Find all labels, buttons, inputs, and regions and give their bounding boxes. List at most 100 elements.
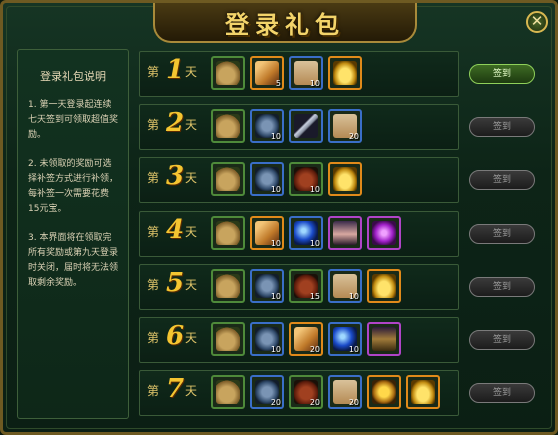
reward-slot[interactable] [406, 375, 440, 409]
reward-slot[interactable] [367, 322, 401, 356]
gold-ingot-icon [372, 274, 396, 298]
item-count: 10 [270, 132, 281, 141]
day-number: 2 [166, 108, 185, 138]
reward-slot[interactable] [211, 322, 245, 356]
reward-slot[interactable]: 20 [328, 109, 362, 143]
bag-icon [216, 221, 240, 245]
day-prefix: 第 [147, 225, 160, 239]
reward-slot[interactable] [211, 109, 245, 143]
item-count: 20 [309, 345, 320, 354]
reward-slot[interactable] [328, 216, 362, 250]
bag-icon [216, 167, 240, 191]
day-number: 4 [166, 215, 185, 245]
reward-items: 10 10 [211, 216, 401, 250]
day-number: 1 [166, 55, 185, 85]
bag-icon [216, 380, 240, 404]
rules-paragraph: 1. 第一天登录起连续七天签到可领取超值奖励。 [28, 100, 119, 140]
reward-items: 10 20 10 [211, 322, 401, 356]
day-row: 第 3 天 10 10 签到 [139, 157, 549, 203]
bag-icon [216, 274, 240, 298]
sign-in-button[interactable]: 签到 [469, 170, 535, 190]
day-row: 第 4 天 10 10 签到 [139, 211, 549, 257]
item-count: 10 [348, 292, 359, 301]
close-button[interactable]: ✕ [526, 11, 548, 33]
reward-slot[interactable]: 10 [250, 109, 284, 143]
day-suffix: 天 [185, 225, 198, 239]
item-count: 20 [348, 398, 359, 407]
reward-slot[interactable]: 10 [289, 162, 323, 196]
reward-slot[interactable] [289, 109, 323, 143]
day-prefix: 第 [147, 171, 160, 185]
item-count: 20 [309, 398, 320, 407]
item-count: 10 [309, 79, 320, 88]
gold-ingot-icon [411, 380, 435, 404]
reward-slot[interactable]: 10 [328, 322, 362, 356]
item-count: 10 [348, 345, 359, 354]
reward-slot[interactable]: 10 [289, 56, 323, 90]
reward-slot[interactable]: 10 [289, 216, 323, 250]
item-count: 10 [270, 345, 281, 354]
day-suffix: 天 [185, 278, 198, 292]
warrior-icon [372, 327, 396, 351]
reward-slot[interactable] [211, 269, 245, 303]
item-count: 10 [309, 239, 320, 248]
day-suffix: 天 [185, 384, 198, 398]
purple-gem-icon [372, 221, 396, 245]
reward-slot[interactable]: 10 [250, 216, 284, 250]
item-count: 10 [270, 292, 281, 301]
sign-in-button[interactable]: 签到 [469, 117, 535, 137]
reward-slot[interactable] [328, 162, 362, 196]
portrait-icon [333, 221, 357, 245]
reward-slot[interactable]: 15 [289, 269, 323, 303]
day-row: 第 2 天 10 20 签到 [139, 104, 549, 150]
item-count: 20 [270, 398, 281, 407]
reward-slot[interactable]: 5 [250, 56, 284, 90]
day-suffix: 天 [185, 171, 198, 185]
reward-slot[interactable] [367, 269, 401, 303]
item-count: 15 [309, 292, 320, 301]
bag-icon [216, 114, 240, 138]
reward-slot[interactable]: 10 [250, 322, 284, 356]
reward-slot[interactable]: 20 [328, 375, 362, 409]
bag-icon [216, 327, 240, 351]
sign-in-button[interactable]: 签到 [469, 224, 535, 244]
item-count: 5 [275, 79, 281, 88]
day-prefix: 第 [147, 278, 160, 292]
reward-items: 20 20 20 [211, 375, 440, 409]
reward-slot[interactable] [211, 56, 245, 90]
reward-items: 5 10 [211, 56, 362, 90]
sign-in-button[interactable]: 签到 [469, 383, 535, 403]
reward-slot[interactable]: 20 [289, 375, 323, 409]
reward-slot[interactable]: 10 [250, 162, 284, 196]
coin-icon [372, 380, 396, 404]
reward-slot[interactable] [211, 162, 245, 196]
reward-slot[interactable] [328, 56, 362, 90]
day-number: 6 [166, 321, 185, 351]
bag-icon [216, 61, 240, 85]
reward-slot[interactable] [211, 375, 245, 409]
day-suffix: 天 [185, 65, 198, 79]
day-row: 第 1 天 5 10 签到 [139, 51, 549, 97]
reward-slot[interactable]: 20 [289, 322, 323, 356]
sword-icon [294, 114, 318, 138]
sign-in-button[interactable]: 签到 [469, 330, 535, 350]
reward-slot[interactable]: 10 [250, 269, 284, 303]
title-banner: 登录礼包 [153, 3, 417, 43]
reward-slot[interactable] [367, 375, 401, 409]
reward-items: 10 15 10 [211, 269, 401, 303]
item-count: 10 [270, 185, 281, 194]
day-number: 5 [166, 268, 185, 298]
item-count: 10 [309, 185, 320, 194]
sign-in-button[interactable]: 签到 [469, 277, 535, 297]
reward-slot[interactable] [211, 216, 245, 250]
sign-in-button[interactable]: 签到 [469, 64, 535, 84]
day-prefix: 第 [147, 118, 160, 132]
reward-slot[interactable] [367, 216, 401, 250]
reward-items: 10 10 [211, 162, 362, 196]
day-row: 第 5 天 10 15 10 签到 [139, 264, 549, 310]
reward-slot[interactable]: 20 [250, 375, 284, 409]
gold-ingot-icon [333, 167, 357, 191]
day-prefix: 第 [147, 384, 160, 398]
day-row: 第 7 天 20 20 20 签到 [139, 370, 549, 416]
reward-slot[interactable]: 10 [328, 269, 362, 303]
